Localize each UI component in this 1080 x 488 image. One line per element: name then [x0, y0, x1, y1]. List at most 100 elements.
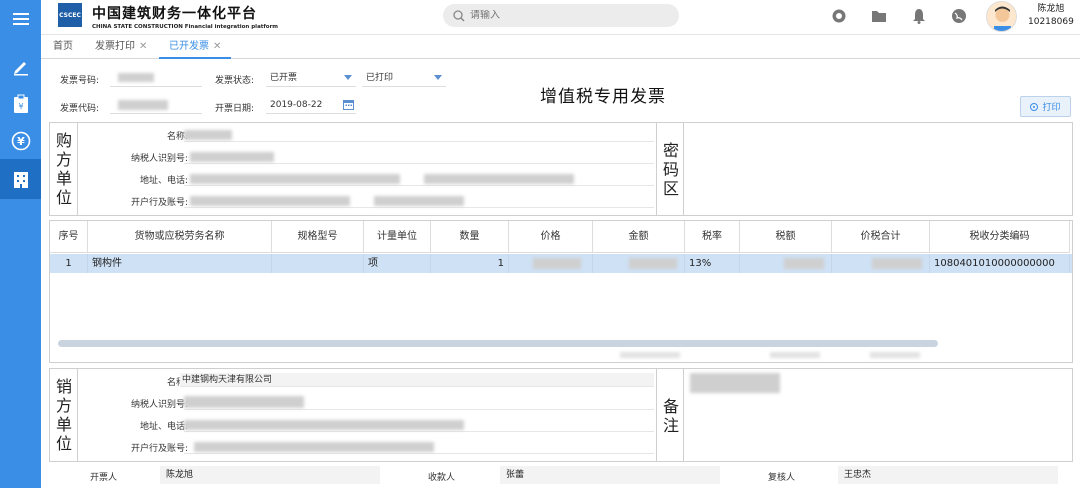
folder-icon[interactable]	[871, 8, 887, 24]
cell-code: 1080401010000000000	[930, 254, 1070, 273]
invoice-no-field[interactable]	[110, 70, 202, 87]
search-icon	[453, 9, 465, 22]
globe-icon[interactable]	[951, 8, 967, 24]
chevron-down-icon	[434, 75, 442, 80]
col-header: 税率	[685, 221, 740, 253]
status-label: 发票状态:	[215, 76, 255, 86]
col-header: 价格	[509, 221, 593, 253]
print-status-value: 已打印	[366, 73, 394, 83]
buyer-section: 购方单位 名称: 纳税人识别号: 地址、电话: 开户行及账号: 密码区	[49, 122, 1073, 216]
clipboard-icon[interactable]: ¥	[0, 85, 41, 122]
col-header: 计量单位	[364, 221, 431, 253]
items-table: 序号 货物或应税劳务名称 规格型号 计量单位 数量 价格 金额 税率 税额 价税…	[49, 220, 1073, 363]
print-button[interactable]: 打印	[1020, 96, 1071, 117]
sidebar: ¥ ¥	[0, 0, 41, 488]
brand-subtitle: CHINA STATE CONSTRUCTION Financial integ…	[92, 24, 279, 30]
seller-bank-label: 开户行及账号:	[130, 444, 188, 454]
remark-side: 备注	[656, 369, 684, 461]
remark-label: 备注	[662, 397, 679, 435]
close-icon[interactable]: ✕	[213, 41, 221, 52]
cell-name: 钢构件	[88, 254, 272, 273]
cell-unit: 项	[364, 254, 431, 273]
radio-icon	[1030, 102, 1039, 111]
brand: 中国建筑财务一体化平台 CHINA STATE CONSTRUCTION Fin…	[92, 3, 278, 30]
cipher-label: 密码区	[662, 141, 679, 198]
svg-text:¥: ¥	[17, 135, 25, 148]
chevron-down-icon	[344, 75, 352, 80]
col-header: 税收分类编码	[930, 221, 1070, 253]
col-header: 规格型号	[272, 221, 364, 253]
buyer-side: 购方单位	[50, 123, 78, 215]
edit-icon[interactable]	[0, 48, 41, 85]
seller-side: 销方单位	[50, 369, 78, 461]
buyer-name-field	[184, 128, 654, 142]
user-info: 陈龙旭 10218069	[1028, 3, 1074, 29]
buyer-address-field	[184, 172, 654, 186]
seller-side-label: 销方单位	[55, 377, 72, 453]
seller-name-label: 名称:	[166, 378, 188, 388]
svg-text:¥: ¥	[18, 102, 23, 111]
bell-icon[interactable]	[911, 8, 927, 24]
search-bar[interactable]	[443, 4, 679, 27]
tab-issued-invoices[interactable]: 已开发票 ✕	[159, 35, 232, 59]
tab-label: 已开发票	[169, 41, 209, 52]
cell-amount	[593, 254, 685, 273]
col-header: 金额	[593, 221, 685, 253]
user-id: 10218069	[1028, 17, 1074, 27]
col-header: 价税合计	[832, 221, 930, 253]
building-icon[interactable]	[0, 159, 41, 199]
payee-field: 张蕾	[500, 466, 720, 484]
invoice-code-label: 发票代码:	[60, 104, 100, 114]
search-input[interactable]	[470, 10, 650, 21]
user-name: 陈龙旭	[1037, 4, 1065, 14]
status-select[interactable]: 已开票	[266, 70, 356, 87]
buyer-bank-field	[184, 194, 654, 208]
buyer-name-label: 名称:	[166, 132, 188, 142]
calendar-icon[interactable]	[343, 99, 354, 110]
tab-home[interactable]: 首页	[53, 35, 73, 59]
shield-icon[interactable]	[831, 8, 847, 24]
reviewer-field: 王忠杰	[838, 466, 1058, 484]
tab-label: 发票打印	[95, 41, 135, 52]
invoice-code-field[interactable]	[110, 97, 202, 114]
cell-total	[832, 254, 930, 273]
cell-rate: 13%	[685, 254, 740, 273]
cell-spec	[272, 254, 364, 273]
issuer-field: 陈龙旭	[160, 466, 380, 484]
table-row[interactable]: 1 钢构件 项 1 13% 1080401010000000000	[50, 254, 1072, 273]
col-header: 税额	[740, 221, 832, 253]
print-status-select[interactable]: 已打印	[362, 70, 446, 87]
buyer-taxid-label: 纳税人识别号:	[130, 154, 188, 164]
seller-section: 销方单位 名称: 中建钢构天津有限公司 纳税人识别号: 地址、电话: 开户行及账…	[49, 368, 1073, 462]
horizontal-scrollbar[interactable]	[58, 340, 938, 347]
cell-price	[509, 254, 593, 273]
brand-title: 中国建筑财务一体化平台	[92, 6, 257, 22]
date-field[interactable]: 2019-08-22	[266, 97, 356, 114]
date-value: 2019-08-22	[270, 100, 323, 110]
top-header: CSCEC 中国建筑财务一体化平台 CHINA STATE CONSTRUCTI…	[41, 0, 1080, 35]
payee-label: 收款人	[428, 473, 456, 483]
cipher-side: 密码区	[656, 123, 684, 215]
reviewer-label: 复核人	[768, 473, 796, 483]
tab-invoice-print[interactable]: 发票打印 ✕	[95, 35, 147, 59]
buyer-bank-label: 开户行及账号:	[130, 198, 188, 208]
close-icon[interactable]: ✕	[139, 41, 147, 52]
avatar[interactable]	[986, 1, 1017, 32]
cell-qty: 1	[431, 254, 509, 273]
seller-bank-field	[184, 440, 654, 454]
cell-seq: 1	[50, 254, 88, 273]
col-header: 数量	[431, 221, 509, 253]
buyer-taxid-field	[184, 150, 654, 164]
buyer-side-label: 购方单位	[55, 131, 72, 207]
invoice-no-label: 发票号码:	[60, 76, 100, 86]
menu-icon[interactable]	[0, 0, 41, 38]
seller-name-field: 中建钢构天津有限公司	[180, 373, 654, 387]
seller-taxid-field	[184, 396, 654, 410]
yuan-icon[interactable]: ¥	[0, 122, 41, 159]
col-header: 序号	[50, 221, 88, 253]
invoice-title: 增值税专用发票	[540, 87, 666, 107]
tab-bar: 首页 发票打印 ✕ 已开发票 ✕	[41, 35, 1080, 59]
print-button-label: 打印	[1042, 103, 1061, 113]
logo: CSCEC	[58, 3, 82, 27]
buyer-address-label: 地址、电话:	[139, 176, 188, 186]
